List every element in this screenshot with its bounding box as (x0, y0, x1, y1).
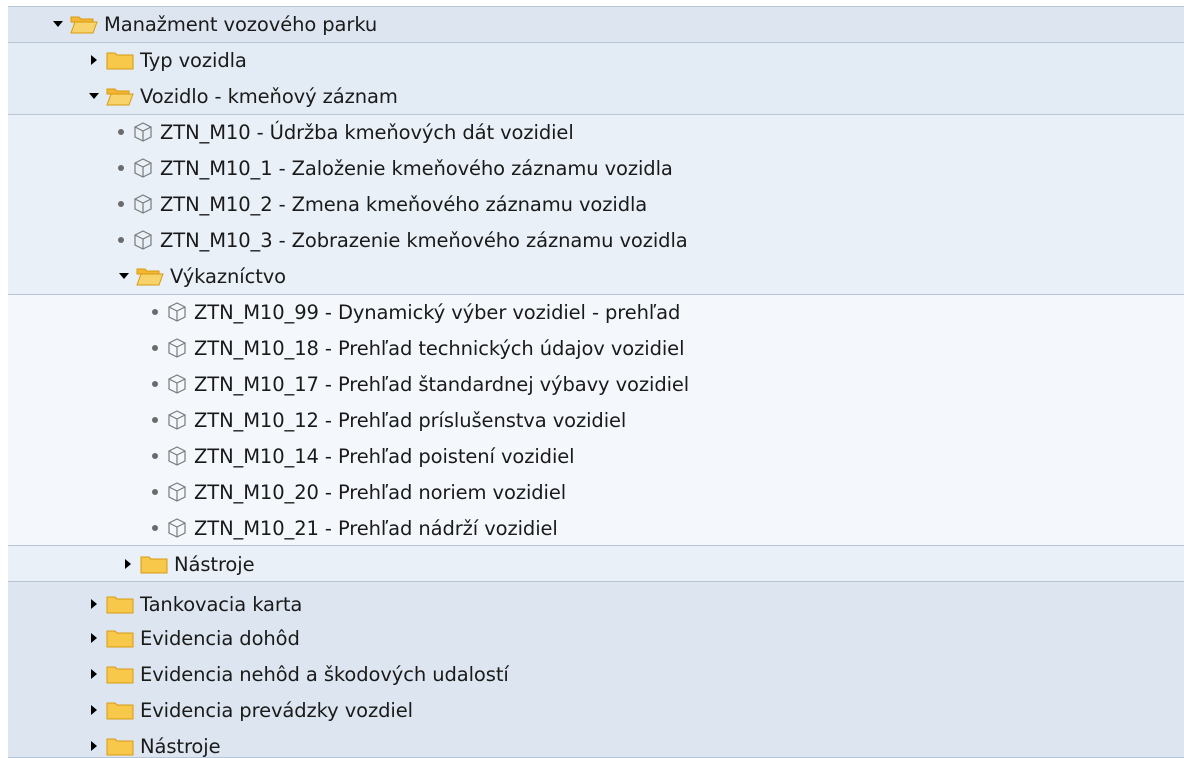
tree-node-label: Evidencia dohôd (140, 626, 300, 650)
tree-node-label: Evidencia nehôd a škodových udalostí (140, 662, 509, 686)
bullet-icon (152, 453, 158, 459)
bullet-icon (118, 165, 124, 171)
tree-item-label: ZTN_M10_20 - Prehľad noriem vozidiel (194, 480, 567, 504)
tree-node-label: Typ vozidla (140, 48, 247, 72)
tree-item-label: ZTN_M10_14 - Prehľad poistení vozidiel (194, 444, 575, 468)
bullet-icon (118, 129, 124, 135)
bullet-icon (118, 237, 124, 243)
tree-item-transaction[interactable]: ZTN_M10_3 - Zobrazenie kmeňového záznamu… (118, 222, 688, 258)
triangle-right-icon[interactable] (88, 54, 100, 66)
folder-icon (106, 594, 134, 614)
tree-node-label: Manažment vozového parku (104, 12, 378, 36)
tree-item-transaction[interactable]: ZTN_M10_18 - Prehľad technických údajov … (152, 330, 684, 366)
bullet-icon (152, 381, 158, 387)
triangle-right-icon[interactable] (88, 632, 100, 644)
bullet-icon (152, 345, 158, 351)
tree-node-vozidlo-kmenovy-zaznam[interactable]: Vozidlo - kmeňový záznam (88, 78, 398, 114)
triangle-right-icon[interactable] (88, 704, 100, 716)
folder-open-icon (70, 14, 98, 34)
tree-item-transaction[interactable]: ZTN_M10_17 - Prehľad štandardnej výbavy … (152, 366, 689, 402)
tree-item-transaction[interactable]: ZTN_M10 - Údržba kmeňových dát vozidiel (118, 114, 574, 150)
triangle-right-icon[interactable] (88, 740, 100, 752)
tree-node-evidencia-prevadzky[interactable]: Evidencia prevádzky vozdiel (88, 692, 413, 728)
tree-node-evidencia-nehod[interactable]: Evidencia nehôd a škodových udalostí (88, 656, 509, 692)
cube-icon (132, 193, 154, 215)
tree-node-label: Evidencia prevádzky vozdiel (140, 698, 413, 722)
tree-node-tankovacia-karta[interactable]: Tankovacia karta (88, 586, 302, 622)
tree-item-label: ZTN_M10_17 - Prehľad štandardnej výbavy … (194, 372, 690, 396)
tree-node-label: Tankovacia karta (140, 592, 303, 616)
tree-node-evidencia-dohod[interactable]: Evidencia dohôd (88, 620, 300, 656)
triangle-down-icon[interactable] (88, 90, 100, 102)
tree-node-label: Vozidlo - kmeňový záznam (140, 84, 398, 108)
tree-node-label: Nástroje (174, 552, 255, 576)
cube-icon (166, 445, 188, 467)
tree-node-typ-vozidla[interactable]: Typ vozidla (88, 42, 247, 78)
triangle-right-icon[interactable] (88, 668, 100, 680)
triangle-right-icon[interactable] (122, 558, 134, 570)
bullet-icon (152, 309, 158, 315)
tree-node-nastroje-vozidlo[interactable]: Nástroje (122, 546, 255, 582)
tree-node-manazment-vozoveho-parku[interactable]: Manažment vozového parku (52, 6, 377, 42)
tree-item-label: ZTN_M10 - Údržba kmeňových dát vozidiel (160, 120, 574, 144)
cube-icon (166, 517, 188, 539)
tree-node-label: Výkazníctvo (170, 264, 287, 288)
triangle-down-icon[interactable] (52, 18, 64, 30)
tree-node-label: Nástroje (140, 734, 221, 758)
folder-icon (106, 664, 134, 684)
tree-item-label: ZTN_M10_21 - Prehľad nádrží vozidiel (194, 516, 558, 540)
cube-icon (132, 121, 154, 143)
cube-icon (166, 301, 188, 323)
tree-item-transaction[interactable]: ZTN_M10_21 - Prehľad nádrží vozidiel (152, 510, 558, 546)
folder-icon (106, 50, 134, 70)
tree-item-transaction[interactable]: ZTN_M10_14 - Prehľad poistení vozidiel (152, 438, 575, 474)
bullet-icon (152, 417, 158, 423)
tree-item-label: ZTN_M10_1 - Založenie kmeňového záznamu … (160, 156, 673, 180)
tree-node-nastroje[interactable]: Nástroje (88, 728, 221, 758)
tree-item-transaction[interactable]: ZTN_M10_99 - Dynamický výber vozidiel - … (152, 294, 680, 330)
tree-node-vykaznictvo[interactable]: Výkazníctvo (118, 258, 286, 294)
bullet-icon (152, 525, 158, 531)
cube-icon (166, 373, 188, 395)
bullet-icon (152, 489, 158, 495)
tree-item-label: ZTN_M10_99 - Dynamický výber vozidiel - … (194, 300, 681, 324)
folder-icon (140, 554, 168, 574)
triangle-right-icon[interactable] (88, 598, 100, 610)
tree-item-label: ZTN_M10_12 - Prehľad príslušenstva vozid… (194, 408, 627, 432)
triangle-down-icon[interactable] (118, 270, 130, 282)
cube-icon (132, 229, 154, 251)
tree-item-transaction[interactable]: ZTN_M10_2 - Zmena kmeňového záznamu vozi… (118, 186, 647, 222)
folder-open-icon (136, 266, 164, 286)
cube-icon (166, 337, 188, 359)
bullet-icon (118, 201, 124, 207)
folder-icon (106, 628, 134, 648)
tree-item-label: ZTN_M10_2 - Zmena kmeňového záznamu vozi… (160, 192, 648, 216)
menu-tree: Manažment vozového parku Typ vozidla Voz… (0, 0, 1184, 758)
tree-item-transaction[interactable]: ZTN_M10_1 - Založenie kmeňového záznamu … (118, 150, 673, 186)
tree-item-transaction[interactable]: ZTN_M10_12 - Prehľad príslušenstva vozid… (152, 402, 626, 438)
cube-icon (166, 481, 188, 503)
cube-icon (166, 409, 188, 431)
tree-item-label: ZTN_M10_3 - Zobrazenie kmeňového záznamu… (160, 228, 688, 252)
tree-item-label: ZTN_M10_18 - Prehľad technických údajov … (194, 336, 685, 360)
tree-item-transaction[interactable]: ZTN_M10_20 - Prehľad noriem vozidiel (152, 474, 566, 510)
folder-icon (106, 700, 134, 720)
cube-icon (132, 157, 154, 179)
folder-open-icon (106, 86, 134, 106)
folder-icon (106, 736, 134, 756)
